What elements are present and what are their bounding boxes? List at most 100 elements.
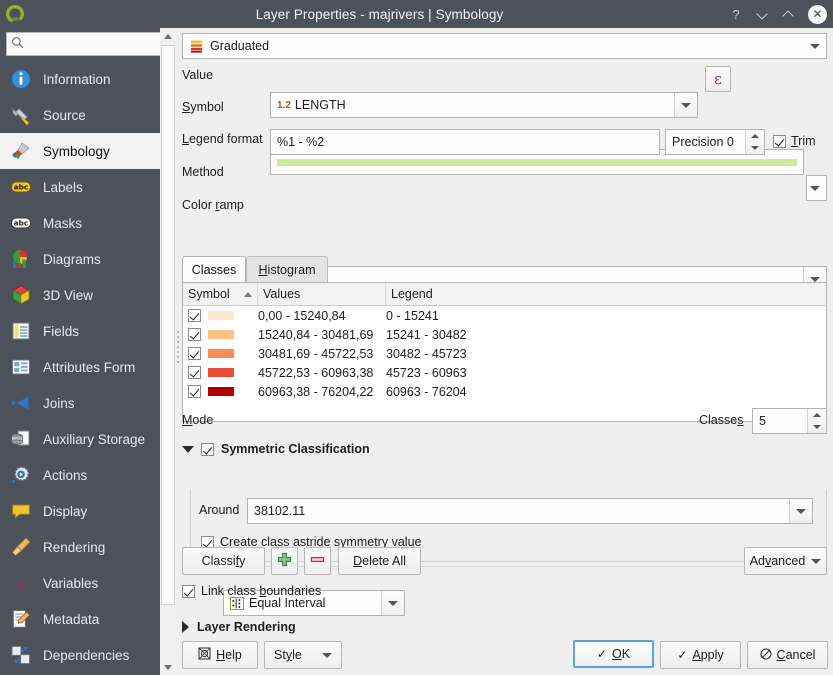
scroll-down-button[interactable]: [160, 659, 176, 675]
link-class-boundaries-checkbox[interactable]: [182, 584, 195, 598]
row-legend-cell[interactable]: 0 - 15241: [386, 306, 826, 325]
sidebar-item-3d-view[interactable]: 3D View: [0, 277, 160, 313]
row-legend-cell[interactable]: 45723 - 60963: [386, 363, 826, 382]
row-color-swatch[interactable]: [208, 349, 234, 358]
row-color-swatch[interactable]: [208, 368, 234, 377]
trim-checkbox-row[interactable]: Trim: [773, 134, 816, 148]
help-icon[interactable]: ?: [728, 8, 744, 21]
sidebar-item-diagrams[interactable]: Diagrams: [0, 241, 160, 277]
classes-up-button[interactable]: [808, 409, 826, 421]
value-field-combo[interactable]: 1.2 LENGTH: [270, 92, 698, 118]
value-expression-button[interactable]: ε: [705, 66, 731, 92]
minimize-icon[interactable]: [754, 8, 770, 21]
ok-button[interactable]: ✓ OK: [573, 640, 654, 668]
sidebar-item-symbology[interactable]: Symbology: [0, 133, 160, 169]
sidebar-item-variables[interactable]: ε Variables: [0, 565, 160, 601]
maximize-icon[interactable]: [780, 8, 796, 21]
table-row[interactable]: 30481,69 - 45722,53 30482 - 45723: [183, 344, 826, 363]
row-values-cell[interactable]: 15240,84 - 30481,69: [258, 325, 386, 344]
scroll-up-button[interactable]: [160, 28, 176, 44]
close-icon[interactable]: ✕: [808, 4, 827, 24]
legend-format-input[interactable]: %1 - %2: [270, 129, 660, 155]
precision-stepper[interactable]: [745, 130, 764, 154]
sidebar-item-attributes-form[interactable]: Attributes Form: [0, 349, 160, 385]
row-checkbox[interactable]: [188, 328, 201, 341]
column-header-legend[interactable]: Legend: [386, 283, 826, 305]
symmetric-classification-checkbox[interactable]: [201, 442, 214, 456]
precision-up-button[interactable]: [746, 130, 764, 142]
chevron-down-icon[interactable]: [789, 499, 812, 523]
row-legend-cell[interactable]: 60963 - 76204: [386, 382, 826, 401]
layer-rendering-header[interactable]: Layer Rendering: [182, 620, 296, 634]
classes-stepper[interactable]: [807, 409, 826, 433]
check-icon: ✓: [596, 647, 607, 661]
sidebar-scrollbar[interactable]: [160, 28, 177, 675]
row-checkbox[interactable]: [188, 366, 201, 379]
trim-checkbox[interactable]: [773, 134, 786, 148]
sidebar-item-metadata[interactable]: Metadata: [0, 601, 160, 637]
chevron-down-icon[interactable]: [804, 176, 826, 200]
remove-class-button[interactable]: [304, 547, 331, 575]
tab-histogram[interactable]: Histogram: [246, 256, 328, 282]
column-label: Symbol: [188, 287, 230, 301]
table-resize-grip[interactable]: [176, 328, 181, 370]
sidebar-item-information[interactable]: Information: [0, 61, 160, 97]
symmetric-classification-header[interactable]: Symmetric Classification: [182, 442, 370, 456]
help-button[interactable]: Help: [182, 641, 258, 669]
around-value-combo[interactable]: 38102.11: [247, 498, 813, 524]
table-row[interactable]: 45722,53 - 60963,38 45723 - 60963: [183, 363, 826, 382]
advanced-button[interactable]: Advanced: [744, 547, 827, 575]
sidebar-item-fields[interactable]: Fields: [0, 313, 160, 349]
table-row[interactable]: 15240,84 - 30481,69 15241 - 30482: [183, 325, 826, 344]
precision-spinbox[interactable]: Precision 0: [665, 129, 765, 155]
expand-triangle-icon[interactable]: [182, 445, 194, 453]
row-checkbox[interactable]: [188, 309, 201, 322]
classify-label: Classify: [201, 554, 246, 568]
row-color-swatch[interactable]: [208, 387, 234, 396]
symbol-dropdown-button[interactable]: [806, 175, 827, 201]
precision-down-button[interactable]: [746, 142, 764, 154]
link-class-boundaries-row[interactable]: Link class boundaries: [182, 584, 321, 598]
column-header-values[interactable]: Values: [258, 283, 386, 305]
classify-button[interactable]: Classify: [182, 547, 265, 575]
sidebar-item-labels[interactable]: abc Labels: [0, 169, 160, 205]
renderer-type-combo[interactable]: Graduated: [182, 33, 827, 59]
classes-down-button[interactable]: [808, 421, 826, 433]
row-legend-cell[interactable]: 30482 - 45723: [386, 344, 826, 363]
table-row[interactable]: 60963,38 - 76204,22 60963 - 76204: [183, 382, 826, 401]
row-color-swatch[interactable]: [208, 330, 234, 339]
sidebar-item-actions[interactable]: Actions: [0, 457, 160, 493]
sidebar-item-source[interactable]: Source: [0, 97, 160, 133]
sidebar-item-label: Metadata: [43, 611, 100, 627]
delete-all-button[interactable]: Delete All: [338, 547, 421, 575]
cancel-button[interactable]: Cancel: [747, 641, 828, 669]
row-values-cell[interactable]: 30481,69 - 45722,53: [258, 344, 386, 363]
apply-button[interactable]: ✓ Apply: [660, 641, 741, 669]
classes-table[interactable]: Symbol Values Legend 0,00 - 15240,84 0 - …: [182, 282, 827, 422]
search-box[interactable]: [6, 32, 191, 56]
sidebar-item-display[interactable]: Display: [0, 493, 160, 529]
sidebar-item-dependencies[interactable]: Dependencies: [0, 637, 160, 673]
collapse-triangle-icon[interactable]: [182, 621, 189, 633]
row-color-swatch[interactable]: [208, 311, 234, 320]
chevron-down-icon[interactable]: [674, 93, 697, 117]
row-checkbox[interactable]: [188, 385, 201, 398]
scrollbar-thumb[interactable]: [161, 45, 175, 605]
sidebar-item-masks[interactable]: abc Masks: [0, 205, 160, 241]
row-values-cell[interactable]: 45722,53 - 60963,38: [258, 363, 386, 382]
table-row[interactable]: 0,00 - 15240,84 0 - 15241: [183, 306, 826, 325]
row-values-cell[interactable]: 60963,38 - 76204,22: [258, 382, 386, 401]
add-class-button[interactable]: [271, 547, 298, 575]
sidebar-item-joins[interactable]: Joins: [0, 385, 160, 421]
classes-count-spinbox[interactable]: 5: [752, 408, 827, 434]
sidebar-item-auxiliary-storage[interactable]: Auxiliary Storage: [0, 421, 160, 457]
tab-classes[interactable]: Classes: [182, 256, 246, 282]
chevron-down-icon[interactable]: [804, 34, 826, 58]
row-values-cell[interactable]: 0,00 - 15240,84: [258, 306, 386, 325]
row-legend-cell[interactable]: 15241 - 30482: [386, 325, 826, 344]
row-checkbox[interactable]: [188, 347, 201, 360]
chevron-down-icon[interactable]: [381, 591, 404, 615]
column-header-symbol[interactable]: Symbol: [183, 283, 258, 305]
style-button[interactable]: Style: [264, 641, 342, 669]
sidebar-item-rendering[interactable]: Rendering: [0, 529, 160, 565]
